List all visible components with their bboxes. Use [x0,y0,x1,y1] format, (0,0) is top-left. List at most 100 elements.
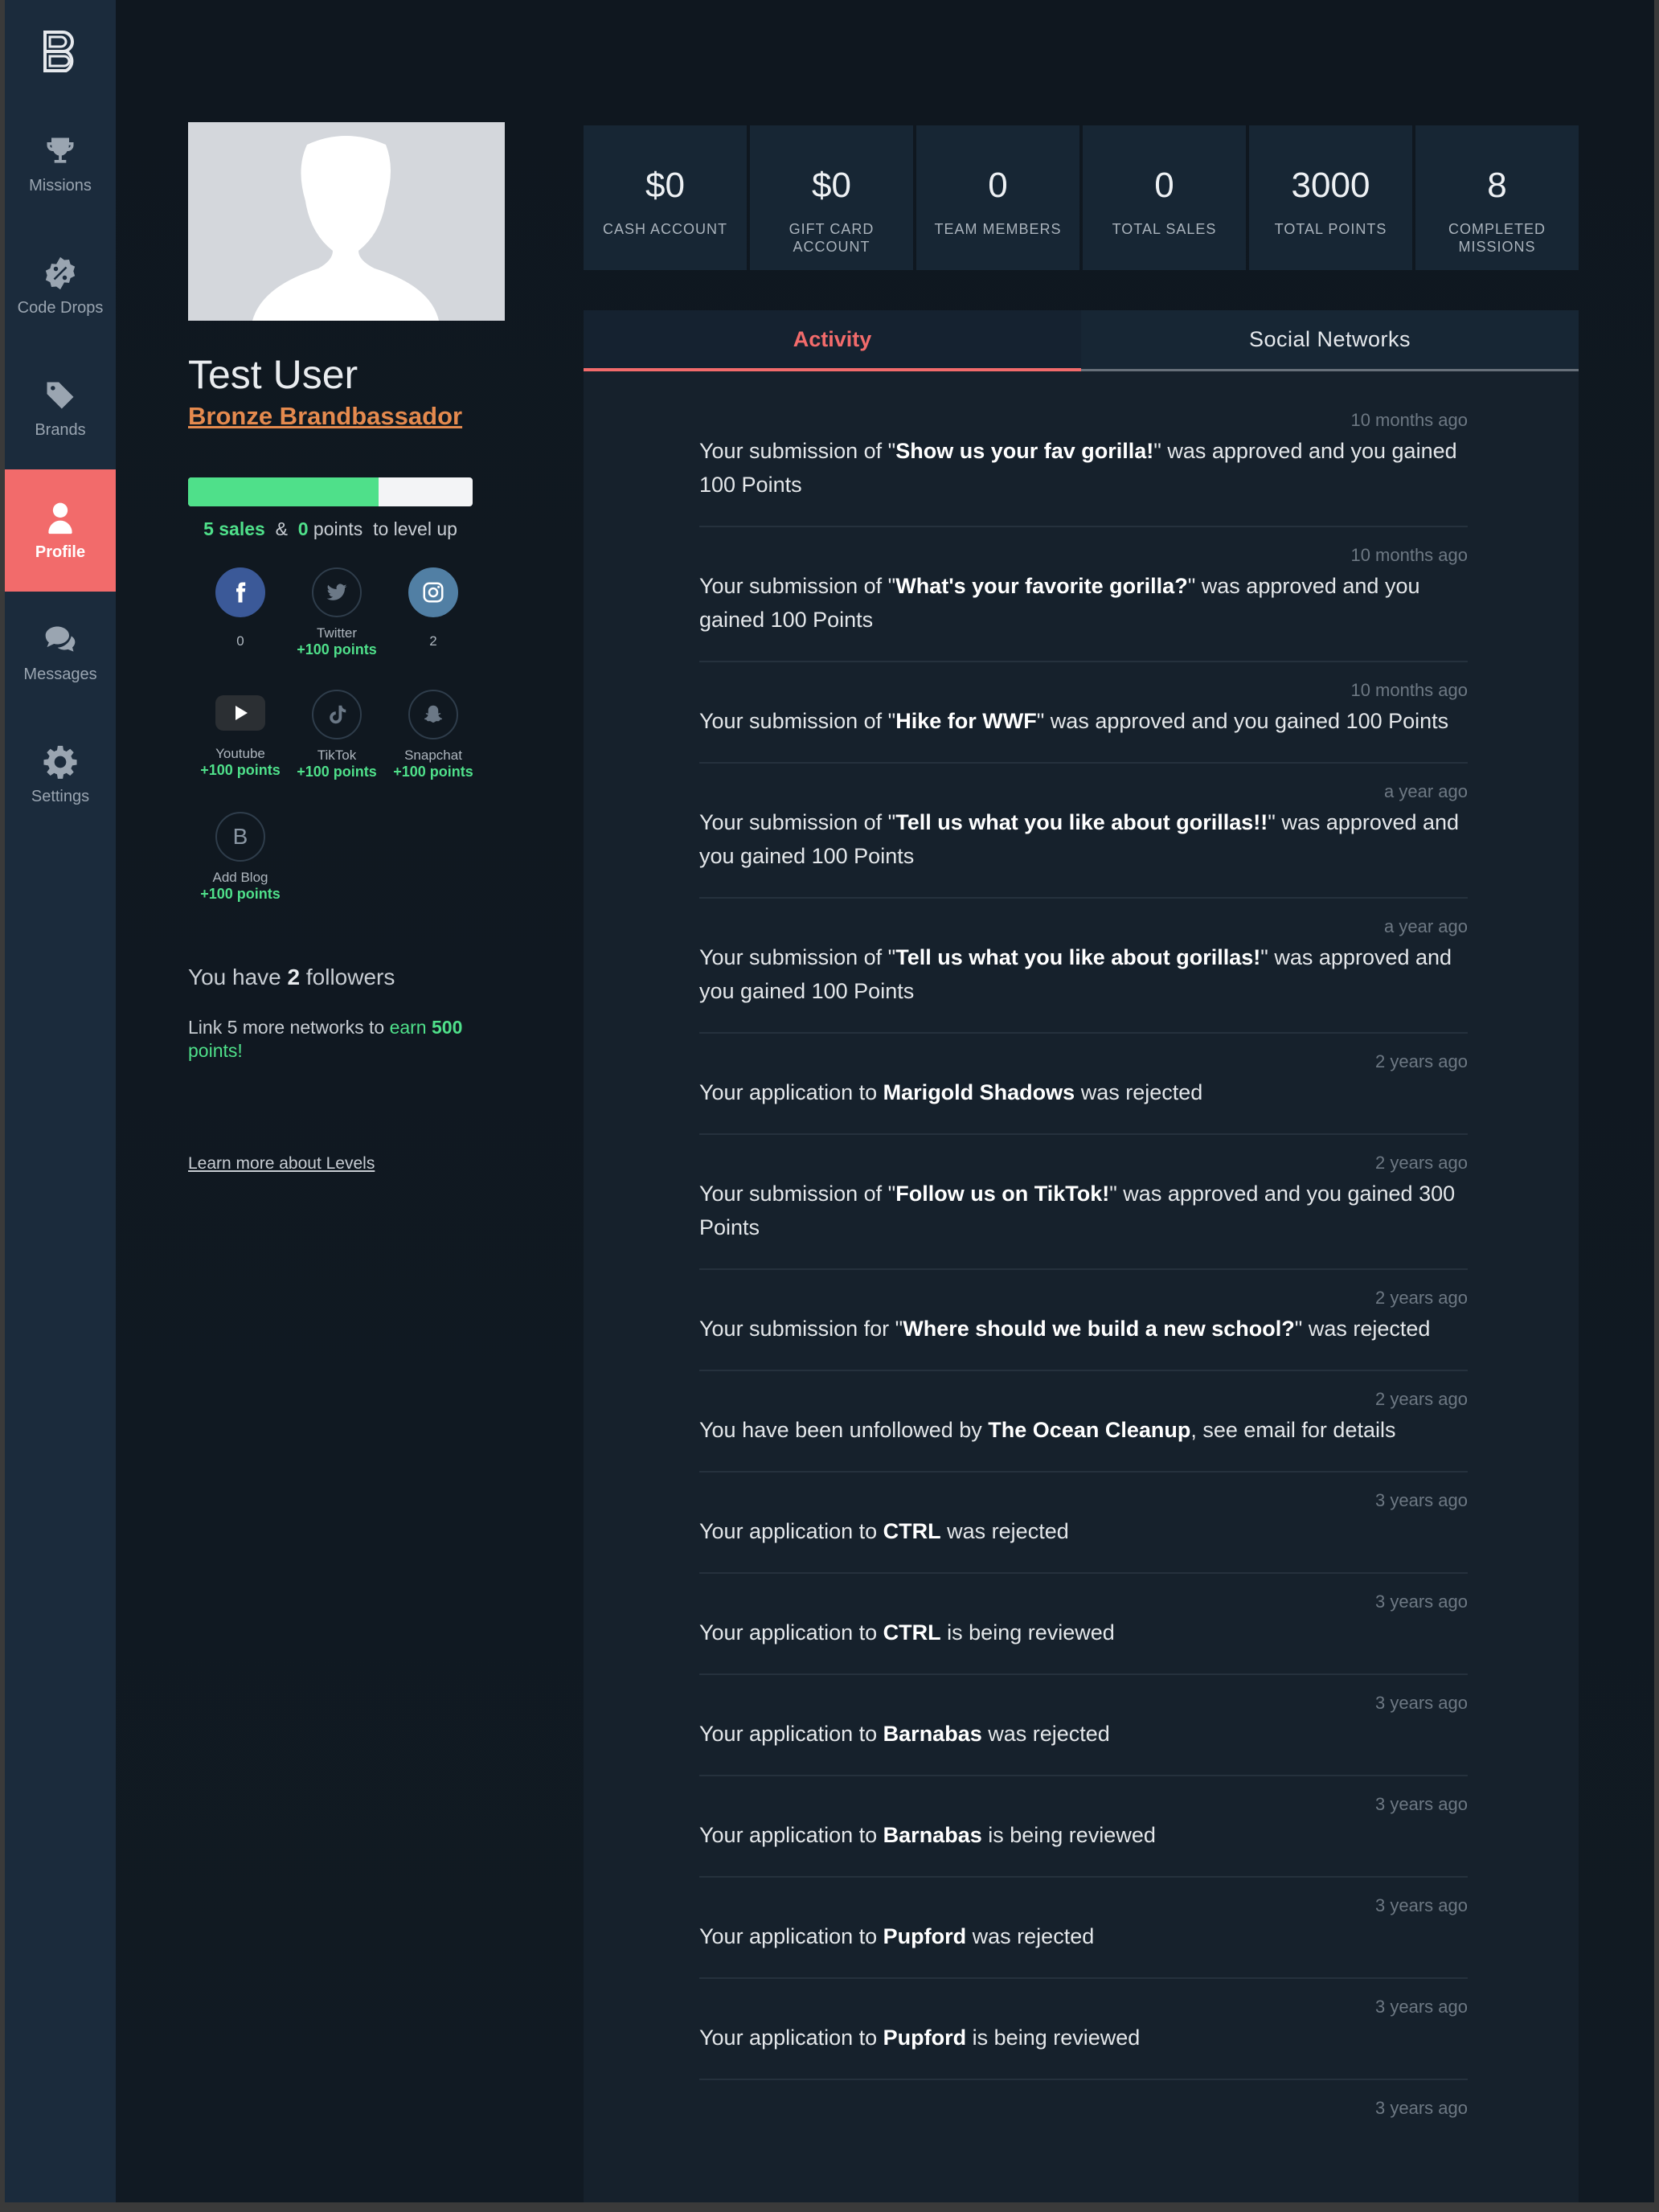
activity-message-pre: Your submission of " [699,945,896,969]
stat-gift-card-account: $0 GIFT CARD ACCOUNT [750,125,913,270]
activity-message-bold: Tell us what you like about gorillas! [895,945,1261,969]
activity-message-bold: Hike for WWF [895,709,1037,733]
activity-item: 2 years ago Your submission for "Where sh… [699,1288,1468,1371]
twitter-button[interactable] [312,567,362,617]
activity-message-bold: Pupford [883,2026,967,2050]
network-blog[interactable]: B Add Blog +100 points [192,812,289,902]
tiktok-button[interactable] [312,690,362,739]
sidebar: Missions Code Drops Brands Profile Messa… [5,0,116,2202]
twitter-icon [326,584,347,600]
sidebar-item-brands[interactable]: Brands [5,347,116,469]
activity-message: Your submission of "Tell us what you lik… [699,940,1468,1008]
network-label: Add Blog [212,870,268,885]
activity-timestamp: 2 years ago [1375,1051,1468,1071]
stat-label: TEAM MEMBERS [934,221,1062,237]
add-blog-button[interactable]: B [215,812,265,862]
network-label: Snapchat [404,748,462,763]
snapchat-button[interactable] [408,690,458,739]
activity-message-pre: Your submission for " [699,1317,903,1341]
activity-message-post: was rejected [966,1924,1095,1948]
activity-timestamp: a year ago [1384,781,1468,801]
activity-item: 3 years ago Your application to Barnabas … [699,1794,1468,1878]
activity-item: 3 years ago Your application to CTRL is b… [699,1591,1468,1675]
tab-social-networks[interactable]: Social Networks [1081,310,1579,371]
network-facebook[interactable]: 0 [192,567,289,649]
youtube-button[interactable] [215,688,265,738]
network-twitter[interactable]: Twitter +100 points [289,567,385,657]
activity-message-post: is being reviewed [940,1620,1115,1645]
activity-timestamp: 3 years ago [1375,1591,1468,1612]
network-count: 0 [236,633,244,649]
network-instagram[interactable]: 2 [385,567,481,649]
sidebar-item-label: Settings [31,787,90,805]
activity-message-pre: Your application to [699,1519,883,1543]
sidebar-item-missions[interactable]: Missions [5,103,116,225]
avatar[interactable] [188,122,505,321]
stat-value: 0 [988,166,1008,205]
amp: & [275,518,288,539]
logo[interactable] [5,0,116,103]
app-frame: Missions Code Drops Brands Profile Messa… [5,0,1654,2202]
sales-word: sales [219,518,265,539]
percent-badge-icon [45,256,76,289]
activity-message: Your submission of "Show us your fav gor… [699,434,1468,502]
brandbassador-logo-icon [43,31,74,72]
activity-message: Your submission for "Where should we bui… [699,1312,1468,1346]
sidebar-item-messages[interactable]: Messages [5,592,116,714]
sidebar-item-label: Code Drops [17,298,104,317]
sidebar-item-label: Brands [35,420,86,439]
network-points: +100 points [393,764,473,780]
activity-message-bold: Pupford [883,1924,967,1948]
sidebar-item-profile[interactable]: Profile [5,469,116,592]
stat-value: 0 [1154,166,1174,205]
activity-item: 2 years ago Your submission of "Follow us… [699,1153,1468,1270]
sidebar-item-code-drops[interactable]: Code Drops [5,225,116,347]
activity-message-pre: Your submission of " [699,439,896,463]
activity-timestamp: 10 months ago [1350,545,1468,565]
activity-timestamp: 3 years ago [1375,1794,1468,1814]
activity-message-pre: Your application to [699,1722,883,1746]
stat-value: 3000 [1291,166,1370,205]
sidebar-item-label: Messages [23,665,97,683]
network-youtube[interactable]: Youtube +100 points [192,688,289,778]
tags-icon [47,382,74,408]
stat-label: GIFT CARD ACCOUNT [789,221,875,255]
activity-message: Your application to CTRL was rejected [699,1514,1468,1548]
activity-timestamp: 3 years ago [1375,1997,1468,2017]
activity-timestamp: 2 years ago [1375,1389,1468,1409]
activity-message: Your submission of "Hike for WWF" was ap… [699,704,1468,738]
activity-message-pre: Your application to [699,1924,883,1948]
activity-message: Your application to Pupford was rejected [699,1919,1468,1953]
instagram-button[interactable] [408,567,458,617]
profile-tabs: Activity Social Networks [584,310,1579,371]
stat-cash-account: $0 CASH ACCOUNT [584,125,747,270]
activity-timestamp: 2 years ago [1375,1288,1468,1308]
facebook-button[interactable] [215,567,265,617]
activity-message-pre: Your application to [699,1620,883,1645]
network-tiktok[interactable]: TikTok +100 points [289,690,385,780]
user-level-link[interactable]: Bronze Brandbassador [188,402,462,431]
activity-message-post: " was rejected [1294,1317,1431,1341]
network-snapchat[interactable]: Snapchat +100 points [385,690,481,780]
stat-value: $0 [645,166,685,205]
learn-more-levels-link[interactable]: Learn more about Levels [188,1154,375,1174]
sidebar-item-settings[interactable]: Settings [5,714,116,836]
activity-timestamp: 3 years ago [1375,1490,1468,1510]
followers-prefix: You have [188,965,281,989]
activity-item: 2 years ago Your application to Marigold … [699,1051,1468,1135]
tiktok-icon [330,705,346,724]
stat-label: TOTAL POINTS [1274,221,1387,237]
sidebar-item-label: Missions [29,176,92,195]
activity-item: a year ago Your submission of "Tell us wh… [699,916,1468,1034]
tab-activity[interactable]: Activity [584,310,1081,371]
stat-label: COMPLETED MISSIONS [1448,221,1546,255]
activity-item: 3 years ago Your application to Pupford w… [699,1895,1468,1979]
activity-message: Your submission of "What's your favorite… [699,569,1468,637]
activity-message-pre: Your submission of " [699,574,896,598]
link-more-text: Link 5 more networks to [188,1017,385,1038]
activity-message-bold: Barnabas [883,1823,982,1847]
activity-message: Your application to Barnabas is being re… [699,1818,1468,1852]
stat-total-points: 3000 TOTAL POINTS [1249,125,1412,270]
network-label: Youtube [215,746,265,761]
gear-icon [43,745,77,779]
